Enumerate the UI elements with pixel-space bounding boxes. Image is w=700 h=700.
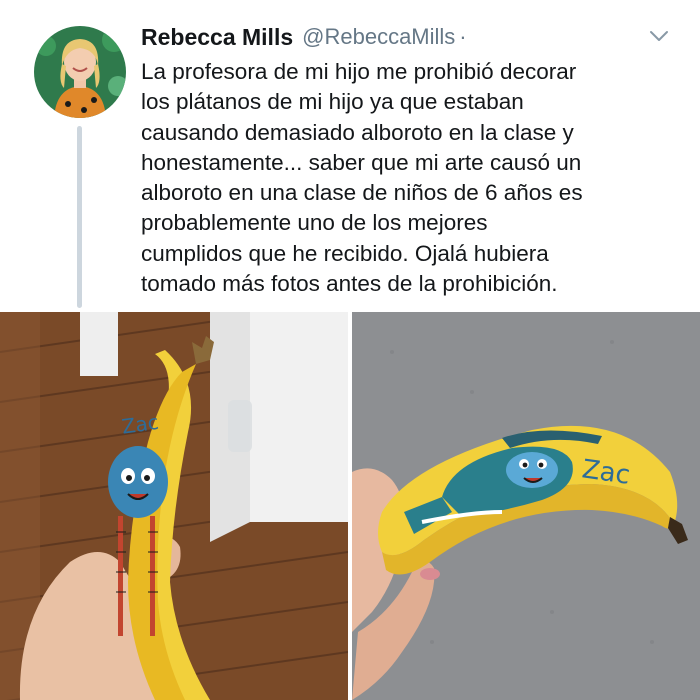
user-handle[interactable]: @RebeccaMills (302, 24, 455, 50)
tweet-text-line: tomado más fotos antes de la prohibición… (141, 271, 558, 297)
display-name[interactable]: Rebecca Mills (141, 24, 293, 51)
tweet-text-line: La profesora de mi hijo me prohibió deco… (141, 59, 577, 84)
separator-dot: · (459, 24, 467, 49)
photo-banana-monster[interactable]: Zac (0, 312, 348, 700)
tweet-text: La profesora de mi hijo me prohibió deco… (141, 57, 689, 299)
tweet-text-line: cumplidos que he recibido. Ojalá hubiera (141, 240, 549, 266)
thread-line (77, 126, 82, 308)
tweet-card: Rebecca Mills @RebeccaMills · La profeso… (0, 0, 700, 312)
tweet-text-line: alboroto en una clase de niños de 6 años… (141, 180, 583, 206)
tweet-text-line: honestamente... saber que mi arte causó … (141, 149, 582, 175)
tweet-text-line: probablemente uno de los mejores (141, 210, 488, 236)
avatar[interactable] (34, 26, 126, 118)
chevron-down-icon[interactable] (648, 28, 670, 44)
tweet-header: Rebecca Mills @RebeccaMills · (141, 22, 467, 52)
tweet-text-line: causando demasiado alboroto en la clase … (141, 119, 574, 145)
photo-banana-whale[interactable]: Zac (352, 312, 700, 700)
tweet-text-line: los plátanos de mi hijo ya que estaban (141, 89, 524, 115)
left-banana-label: Zac (120, 410, 160, 439)
